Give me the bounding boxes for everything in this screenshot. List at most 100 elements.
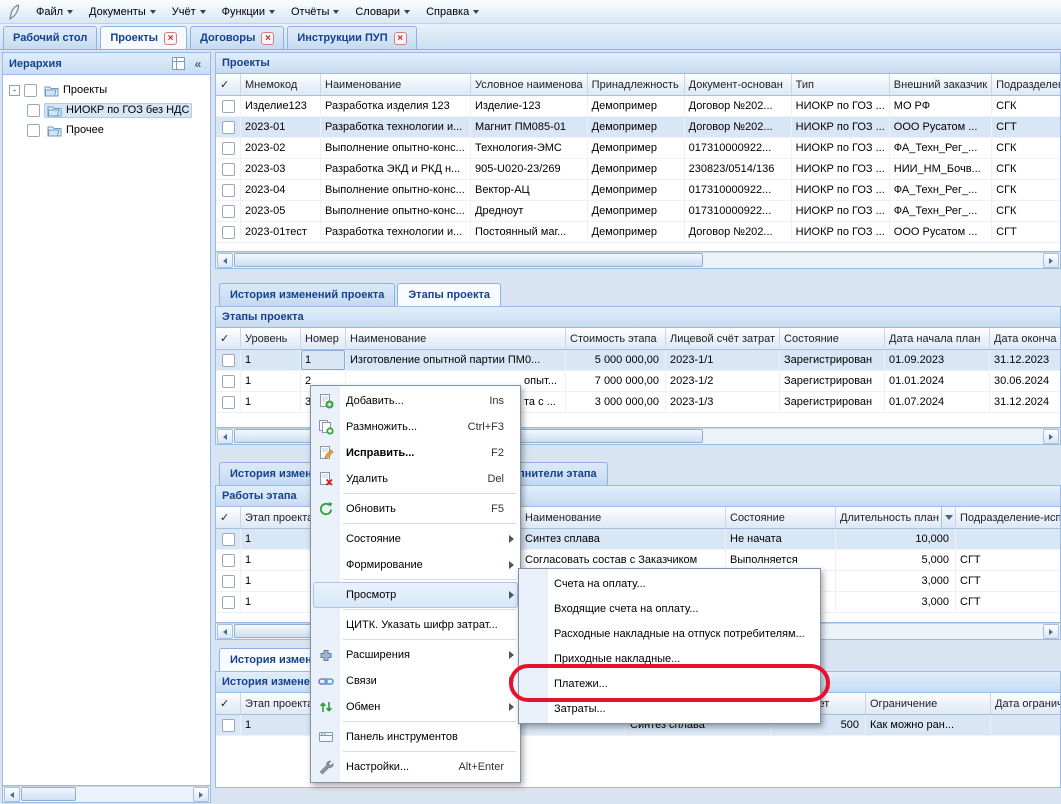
column-header[interactable]: Уровень (241, 328, 301, 350)
hierarchy-hscrollbar[interactable] (2, 786, 211, 803)
table-row[interactable]: 11Изготовление опытной партии ПМ0...5 00… (216, 350, 1061, 371)
ctx-state[interactable]: Состояние (313, 526, 518, 552)
ctx-settings[interactable]: Настройки...Alt+Enter (313, 754, 518, 780)
row-checkbox[interactable] (222, 354, 235, 367)
ctx-formation[interactable]: Формирование (313, 552, 518, 578)
ctx-exchange[interactable]: Обмен (313, 694, 518, 720)
sub-expense-waybills[interactable]: Расходные накладные на отпуск потребител… (521, 621, 818, 646)
tree-item[interactable]: -Проекты (5, 80, 208, 100)
column-header[interactable]: Документ-основан (685, 74, 792, 96)
column-menu-icon[interactable] (941, 507, 955, 528)
column-header[interactable]: Дата ограничен (991, 693, 1061, 715)
column-header[interactable]: ✓ (216, 74, 241, 96)
table-row[interactable]: 2023-03Разработка ЭКД и РКД н...905-U020… (216, 159, 1061, 180)
column-header[interactable]: Дата начала план (885, 328, 990, 350)
column-header[interactable]: ✓ (216, 507, 241, 529)
row-checkbox[interactable] (222, 100, 235, 113)
projects-hscrollbar[interactable] (215, 252, 1061, 269)
row-checkbox[interactable] (222, 396, 235, 409)
column-header[interactable]: Тип (792, 74, 890, 96)
row-checkbox[interactable] (222, 554, 235, 567)
tree-checkbox[interactable] (24, 84, 37, 97)
scroll-thumb[interactable] (21, 787, 76, 801)
column-header[interactable]: Стоимость этапа (566, 328, 666, 350)
column-header[interactable]: Длительность план (836, 507, 956, 529)
sub-invoices[interactable]: Счета на оплату... (521, 571, 818, 596)
table-row[interactable]: 2023-01Разработка технологии и...Магнит … (216, 117, 1061, 138)
scroll-left-button[interactable] (217, 253, 233, 268)
row-checkbox[interactable] (222, 533, 235, 546)
column-header[interactable]: Условное наименова (471, 74, 588, 96)
grid-settings-icon[interactable] (170, 56, 186, 72)
collapse-panel-icon[interactable]: « (190, 56, 206, 72)
ctx-toolbar-panel[interactable]: Панель инструментов (313, 724, 518, 750)
tree-item[interactable]: Прочее (5, 120, 208, 140)
scroll-right-button[interactable] (1043, 253, 1059, 268)
table-row[interactable]: Изделие123Разработка изделия 123Изделие-… (216, 96, 1061, 117)
scroll-left-button[interactable] (217, 624, 233, 639)
scroll-thumb[interactable] (234, 253, 703, 267)
tab-contracts[interactable]: Договоры× (190, 26, 284, 49)
column-header[interactable]: Ограничение (866, 693, 991, 715)
table-row[interactable]: 2023-05Выполнение опытно-конс...Дредноут… (216, 201, 1061, 222)
sub-payments[interactable]: Платежи... (521, 671, 818, 696)
ctx-edit[interactable]: Исправить...F2 (313, 440, 518, 466)
ctx-refresh[interactable]: ОбновитьF5 (313, 496, 518, 522)
tab-pup-instructions[interactable]: Инструкции ПУП× (287, 26, 416, 49)
column-header[interactable]: Подразделени (992, 74, 1061, 96)
column-header[interactable]: Номер (301, 328, 346, 350)
row-checkbox[interactable] (222, 375, 235, 388)
tab-project-stages[interactable]: Этапы проекта (397, 283, 501, 306)
row-checkbox[interactable] (222, 719, 235, 732)
scroll-track[interactable] (21, 787, 192, 802)
row-checkbox[interactable] (222, 184, 235, 197)
ctx-add[interactable]: Добавить...Ins (313, 388, 518, 414)
sub-receipt-waybills[interactable]: Приходные накладные... (521, 646, 818, 671)
tab-close-icon[interactable]: × (164, 32, 177, 45)
tree-checkbox[interactable] (27, 124, 40, 137)
tree-checkbox[interactable] (27, 104, 40, 117)
tab-projects[interactable]: Проекты× (100, 26, 187, 49)
tab-desktop[interactable]: Рабочий стол (3, 26, 97, 49)
tab-close-icon[interactable]: × (261, 32, 274, 45)
row-checkbox[interactable] (222, 142, 235, 155)
row-checkbox[interactable] (222, 596, 235, 609)
tree-item[interactable]: НИОКР по ГОЗ без НДС (5, 100, 208, 120)
row-checkbox[interactable] (222, 226, 235, 239)
menu-file[interactable]: Файл (28, 2, 81, 22)
column-header[interactable]: Состояние (780, 328, 885, 350)
ctx-duplicate[interactable]: Размножить...Ctrl+F3 (313, 414, 518, 440)
tab-close-icon[interactable]: × (394, 32, 407, 45)
table-row[interactable]: 2023-02Выполнение опытно-конс...Технолог… (216, 138, 1061, 159)
menu-documents[interactable]: Документы (81, 2, 164, 22)
menu-reports[interactable]: Отчёты (283, 2, 347, 22)
row-checkbox[interactable] (222, 121, 235, 134)
row-checkbox[interactable] (222, 163, 235, 176)
column-header[interactable]: ✓ (216, 328, 241, 350)
ctx-citk-cost-code[interactable]: ЦИТК. Указать шифр затрат... (313, 612, 518, 638)
column-header[interactable]: Подразделение-исп (956, 507, 1061, 529)
ctx-view[interactable]: Просмотр (313, 582, 518, 608)
scroll-right-button[interactable] (1043, 624, 1059, 639)
ctx-extensions[interactable]: Расширения (313, 642, 518, 668)
menu-accounting[interactable]: Учёт (164, 2, 214, 22)
ctx-links[interactable]: Связи (313, 668, 518, 694)
sub-incoming-invoices[interactable]: Входящие счета на оплату... (521, 596, 818, 621)
row-checkbox[interactable] (222, 205, 235, 218)
scroll-right-button[interactable] (1043, 429, 1059, 444)
row-checkbox[interactable] (222, 575, 235, 588)
scroll-track[interactable] (234, 253, 1042, 268)
column-header[interactable]: Дата оконча (990, 328, 1061, 350)
column-header[interactable]: Лицевой счёт затрат (666, 328, 780, 350)
tab-project-history[interactable]: История изменений проекта (219, 283, 395, 306)
column-header[interactable]: Наименование (346, 328, 566, 350)
scroll-right-button[interactable] (193, 787, 209, 802)
column-header[interactable]: ✓ (216, 693, 241, 715)
column-header[interactable]: Принадлежность (588, 74, 685, 96)
ctx-delete[interactable]: УдалитьDel (313, 466, 518, 492)
menu-dictionaries[interactable]: Словари (347, 2, 418, 22)
menu-functions[interactable]: Функции (214, 2, 283, 22)
column-header[interactable]: Наименование (321, 74, 471, 96)
scroll-left-button[interactable] (217, 429, 233, 444)
menu-help[interactable]: Справка (418, 2, 487, 22)
